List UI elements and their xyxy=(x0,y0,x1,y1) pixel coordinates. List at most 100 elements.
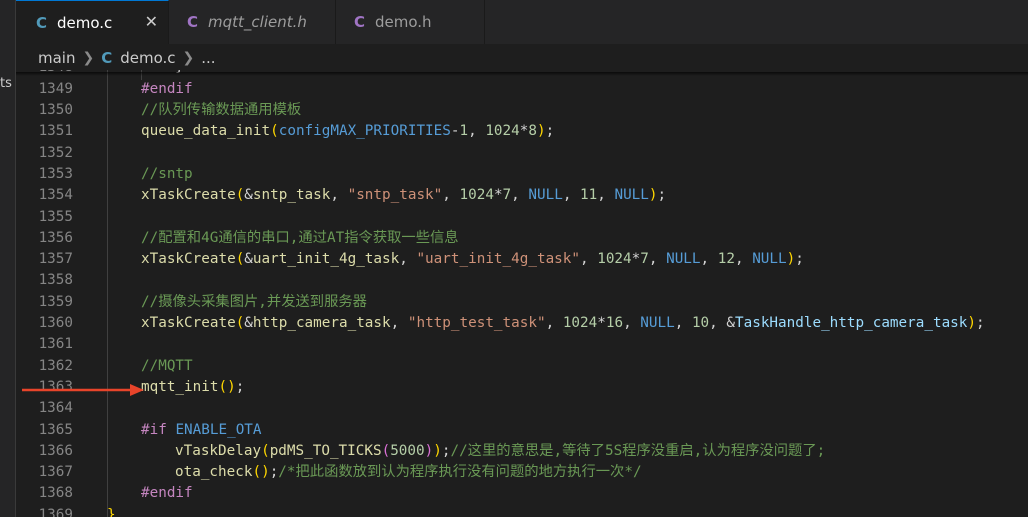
line-number[interactable]: 1350 xyxy=(16,100,73,121)
code-text: //摄像头采集图片,并发送到服务器 xyxy=(141,292,367,313)
tab-label: demo.h xyxy=(375,13,432,31)
line-number[interactable]: 1349 xyxy=(16,79,73,100)
tab-label: mqtt_client.h xyxy=(208,13,307,31)
code-token: 11 xyxy=(580,187,598,204)
code-text: //配置和4G通信的串口,通过AT指令获取一些信息 xyxy=(141,228,459,249)
code-token: ENABLE_OTA xyxy=(175,421,262,438)
line-number[interactable]: 1356 xyxy=(16,228,73,249)
code-token: ) xyxy=(786,251,796,268)
code-line[interactable]: 1366 vTaskDelay(pdMS_TO_TICKS(5000));//这里… xyxy=(16,441,1028,462)
code-line[interactable]: 1355 xyxy=(16,207,1028,228)
tab-demo-h[interactable]: C demo.h xyxy=(336,0,485,44)
line-number[interactable]: 1353 xyxy=(16,164,73,185)
tab-mqtt-client-h[interactable]: C mqtt_client.h xyxy=(169,0,336,44)
code-token: ) xyxy=(967,315,977,331)
code-line[interactable]: 1363 mqtt_init(); xyxy=(16,377,1028,398)
code-text: #endif xyxy=(141,79,193,100)
code-token: , xyxy=(597,187,615,204)
line-number[interactable]: 1365 xyxy=(16,420,73,441)
breadcrumb-file[interactable]: demo.c xyxy=(120,49,175,67)
code-token: pdMS_TO_TICKS xyxy=(269,442,382,459)
code-token: configMAX_PRIORITIES xyxy=(278,123,451,140)
code-line[interactable]: 1349 #endif xyxy=(16,79,1028,100)
c-header-file-icon: C xyxy=(354,13,366,31)
code-token: () xyxy=(252,464,270,481)
side-panel-edge: ts xyxy=(0,0,16,517)
code-line[interactable]: 1367 ota_check();/*把此函数放到认为程序执行没有问题的地方执行一… xyxy=(16,462,1028,483)
code-token: * xyxy=(597,315,606,331)
code-token: , xyxy=(399,251,417,268)
code-editor[interactable]: 1348}1349#endif1350//队列传输数据通用模板1351queue… xyxy=(16,70,1028,517)
code-line[interactable]: 1365 #if ENABLE_OTA xyxy=(16,420,1028,441)
line-number[interactable]: 1358 xyxy=(16,270,73,291)
code-token: , xyxy=(562,187,581,204)
code-line[interactable]: 1361 xyxy=(16,334,1028,355)
breadcrumb-folder[interactable]: main xyxy=(38,49,75,67)
line-number[interactable]: 1359 xyxy=(16,292,73,313)
code-token: http_camera_task xyxy=(252,315,391,331)
code-token: uart_init_4g_task xyxy=(252,251,400,268)
code-token: 5000 xyxy=(390,442,425,459)
tab-bar: C demo.c ✕ C mqtt_client.h C demo.h xyxy=(16,0,1028,44)
code-token: ; xyxy=(976,315,985,331)
code-line[interactable]: 1353 //sntp xyxy=(16,164,1028,185)
code-token: ; xyxy=(545,123,555,140)
code-token: ( xyxy=(235,187,245,204)
red-arrow-annotation xyxy=(22,384,144,396)
line-number[interactable]: 1367 xyxy=(16,462,73,483)
code-line[interactable]: 1351 queue_data_init(configMAX_PRIORITIES… xyxy=(16,121,1028,142)
breadcrumb-shadow xyxy=(16,72,1028,76)
code-token: } xyxy=(107,506,116,517)
tab-demo-c[interactable]: C demo.c ✕ xyxy=(16,0,169,44)
line-number[interactable]: 1360 xyxy=(16,313,73,334)
code-token: vTaskDelay xyxy=(175,442,262,459)
line-number[interactable]: 1368 xyxy=(16,483,73,504)
code-token: //配置和4G通信的串口,通过AT指令获取一些信息 xyxy=(141,229,459,246)
line-number[interactable]: 1362 xyxy=(16,356,73,377)
code-text: #if ENABLE_OTA xyxy=(141,420,262,441)
code-line[interactable]: 1358 xyxy=(16,270,1028,291)
line-number[interactable]: 1355 xyxy=(16,207,73,228)
close-icon[interactable]: ✕ xyxy=(145,12,158,31)
line-number[interactable]: 1352 xyxy=(16,143,73,164)
code-line[interactable]: 1368 #endif xyxy=(16,483,1028,504)
code-token: //MQTT xyxy=(141,357,193,374)
code-line[interactable]: 1356 //配置和4G通信的串口,通过AT指令获取一些信息 xyxy=(16,228,1028,249)
code-token: 7 xyxy=(640,251,649,268)
line-number[interactable]: 1354 xyxy=(16,185,73,206)
code-text: #endif xyxy=(141,483,193,504)
breadcrumb: main ❯ C demo.c ❯ ... xyxy=(16,44,1028,72)
code-token: , & xyxy=(709,315,735,331)
code-token: , xyxy=(330,187,348,204)
line-number[interactable]: 1361 xyxy=(16,334,73,355)
code-line[interactable]: 1352 xyxy=(16,143,1028,164)
code-token: ) xyxy=(433,442,442,459)
code-token: & xyxy=(244,187,253,204)
code-token: #if xyxy=(141,421,176,438)
code-token: ; xyxy=(795,251,804,268)
code-text: //队列传输数据通用模板 xyxy=(141,100,301,121)
line-number[interactable]: 1369 xyxy=(16,505,73,517)
code-line[interactable]: 1369} xyxy=(16,505,1028,517)
code-token: ; xyxy=(657,187,667,204)
code-line[interactable]: 1362 //MQTT xyxy=(16,356,1028,377)
code-token: NULL xyxy=(666,251,701,268)
code-token: 7 xyxy=(502,187,512,204)
line-number[interactable]: 1357 xyxy=(16,249,73,270)
code-line[interactable]: 1350 //队列传输数据通用模板 xyxy=(16,100,1028,121)
code-text: ota_check();/*把此函数放到认为程序执行没有问题的地方执行一次*/ xyxy=(175,462,642,483)
code-token: #endif xyxy=(141,80,193,97)
breadcrumb-symbols[interactable]: ... xyxy=(201,49,215,67)
line-number[interactable]: 1364 xyxy=(16,398,73,419)
code-line[interactable]: 1354 xTaskCreate(&sntp_task, "sntp_task",… xyxy=(16,185,1028,206)
code-line[interactable]: 1364 xyxy=(16,398,1028,419)
line-number[interactable]: 1351 xyxy=(16,121,73,142)
line-number[interactable]: 1366 xyxy=(16,441,73,462)
code-token: NULL xyxy=(528,187,563,204)
code-line[interactable]: 1359 //摄像头采集图片,并发送到服务器 xyxy=(16,292,1028,313)
code-token: //队列传输数据通用模板 xyxy=(141,102,302,118)
code-line[interactable]: 1357 xTaskCreate(&uart_init_4g_task, "uar… xyxy=(16,249,1028,270)
code-token: ; xyxy=(235,378,245,395)
code-line[interactable]: 1360 xTaskCreate(&http_camera_task, "http… xyxy=(16,313,1028,334)
chevron-right-icon: ❯ xyxy=(182,50,195,66)
